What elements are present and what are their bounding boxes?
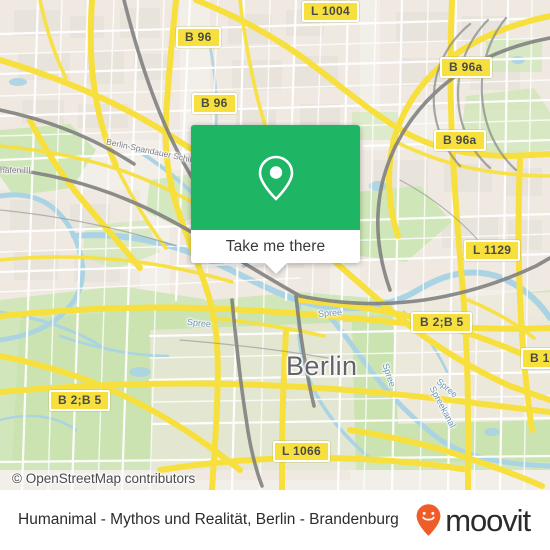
road-shield: B 2;B 5 [411, 312, 473, 333]
place-title: Humanimal - Mythos und Realität, Berlin … [18, 511, 399, 528]
road-shield: B 1;B [521, 348, 550, 369]
popup-tail-icon [264, 263, 287, 274]
map-canvas[interactable]: .bld { fill:#e6e1da; } .blk { fill:#eeea… [0, 0, 550, 490]
road-shield: B 96a [440, 57, 492, 78]
road-shield: B 96a [434, 130, 486, 151]
popup-footer[interactable]: Take me there [191, 230, 360, 274]
screenshot-root: .bld { fill:#e6e1da; } .blk { fill:#eeea… [0, 0, 550, 550]
popup-header [191, 125, 360, 230]
location-popup[interactable]: Take me there [191, 125, 360, 274]
road-shield: B 2;B 5 [49, 390, 111, 411]
road-shield: L 1004 [302, 1, 359, 22]
road-shield: L 1066 [273, 441, 330, 462]
road-shield: B 96 [176, 27, 221, 48]
map-attribution[interactable]: © OpenStreetMap contributors [12, 471, 195, 486]
take-me-there-label: Take me there [225, 237, 326, 255]
bottom-info-bar: Humanimal - Mythos und Realität, Berlin … [0, 490, 550, 550]
moovit-logo[interactable]: moovit [415, 503, 536, 537]
map-pin-icon [258, 155, 293, 201]
road-shield: B 96 [192, 93, 237, 114]
moovit-wordmark: moovit [445, 502, 531, 538]
road-shield: L 1129 [464, 240, 521, 261]
moovit-pin-icon [416, 504, 441, 536]
